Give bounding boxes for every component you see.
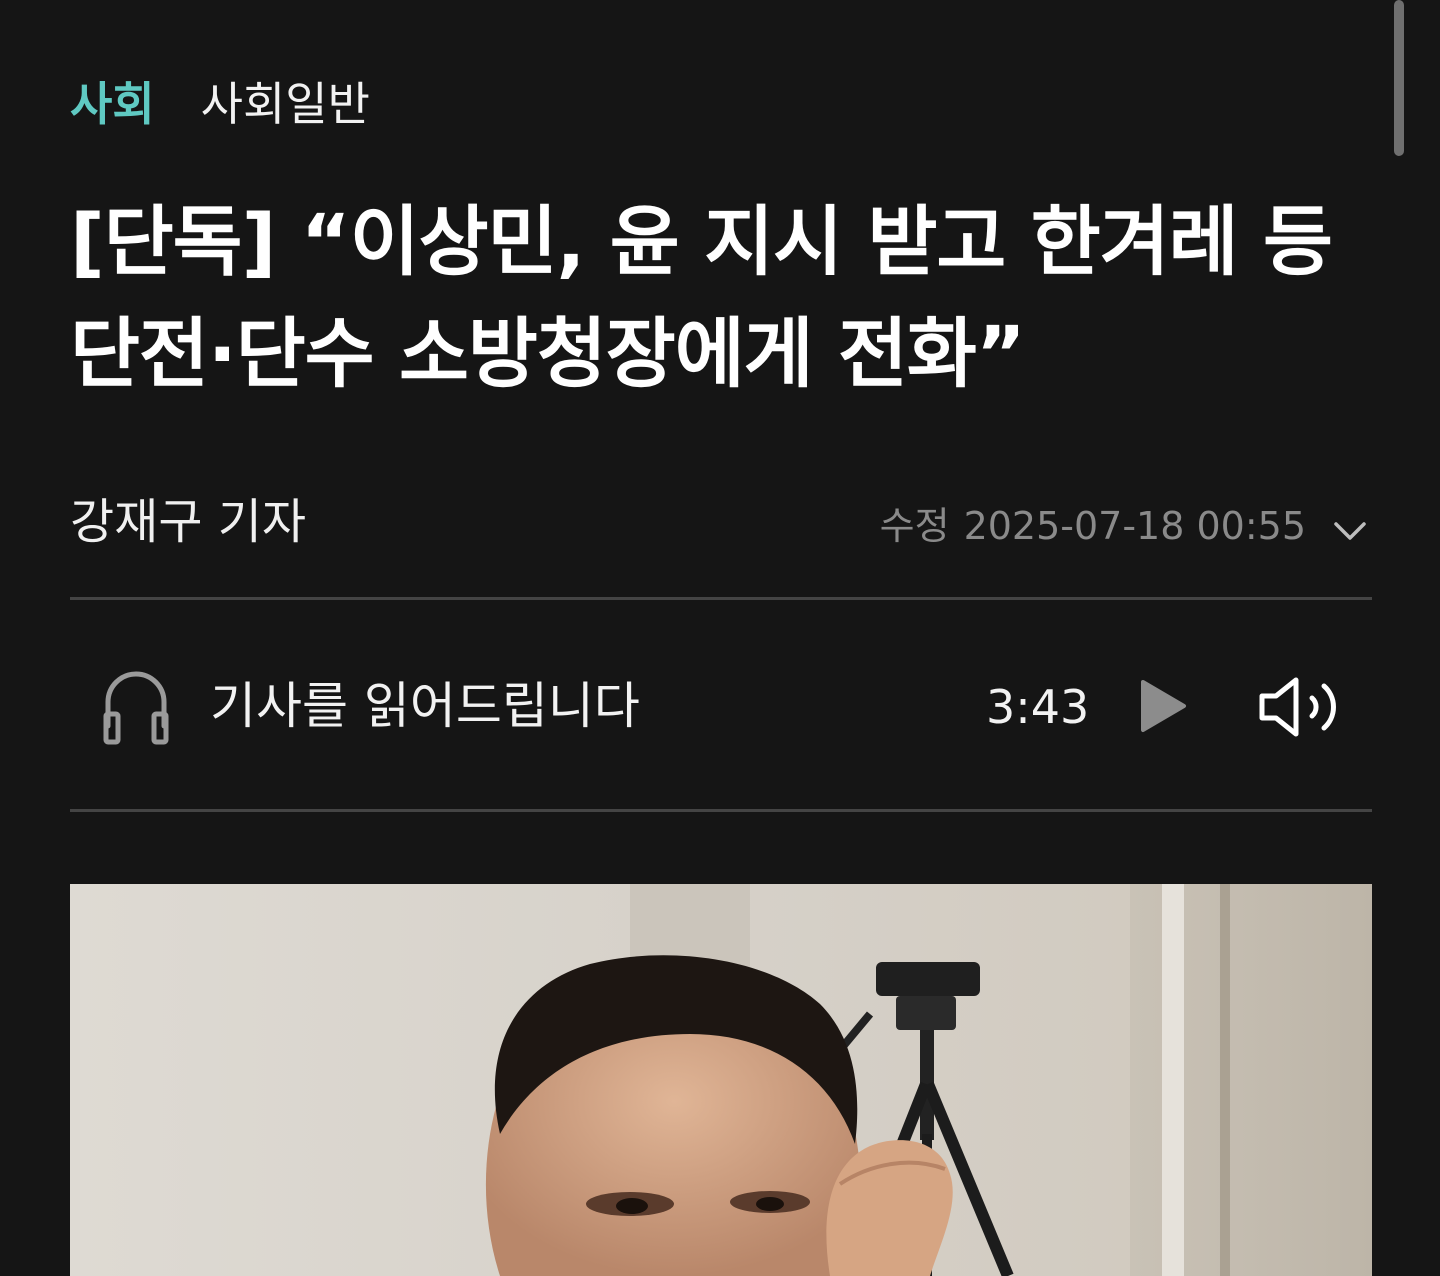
tts-label: 기사를 읽어드립니다 bbox=[210, 677, 640, 735]
date-value: 2025-07-18 00:55 bbox=[963, 504, 1306, 548]
date-text: 수정 2025-07-18 00:55 bbox=[880, 498, 1306, 554]
article-headline: [단독] “이상민, 윤 지시 받고 한겨레 등 단전·단수 소방청장에게 전화… bbox=[70, 197, 1333, 398]
breadcrumb-section[interactable]: 사회 bbox=[70, 72, 155, 136]
article-photo[interactable] bbox=[70, 884, 1372, 1276]
article-page: 사회 사회일반 [단독] “이상민, 윤 지시 받고 한겨레 등 단전·단수 소… bbox=[0, 0, 1440, 1276]
divider bbox=[70, 809, 1372, 812]
tts-duration: 3:43 bbox=[986, 680, 1090, 734]
tts-player: 기사를 읽어드립니다 3:43 bbox=[70, 600, 1372, 809]
scrollbar[interactable] bbox=[1394, 0, 1404, 156]
headphones-icon bbox=[103, 671, 169, 745]
date-toggle[interactable]: 수정 2025-07-18 00:55 bbox=[880, 498, 1370, 554]
play-icon[interactable] bbox=[1138, 678, 1188, 734]
reporter-byline[interactable]: 강재구 기자 bbox=[70, 490, 306, 554]
breadcrumb: 사회 사회일반 bbox=[70, 72, 370, 136]
breadcrumb-subsection[interactable]: 사회일반 bbox=[201, 72, 370, 136]
article-photo-illustration bbox=[70, 884, 1372, 1276]
chevron-down-icon[interactable] bbox=[1330, 510, 1370, 550]
date-label: 수정 bbox=[879, 504, 950, 548]
volume-icon[interactable] bbox=[1256, 674, 1346, 740]
